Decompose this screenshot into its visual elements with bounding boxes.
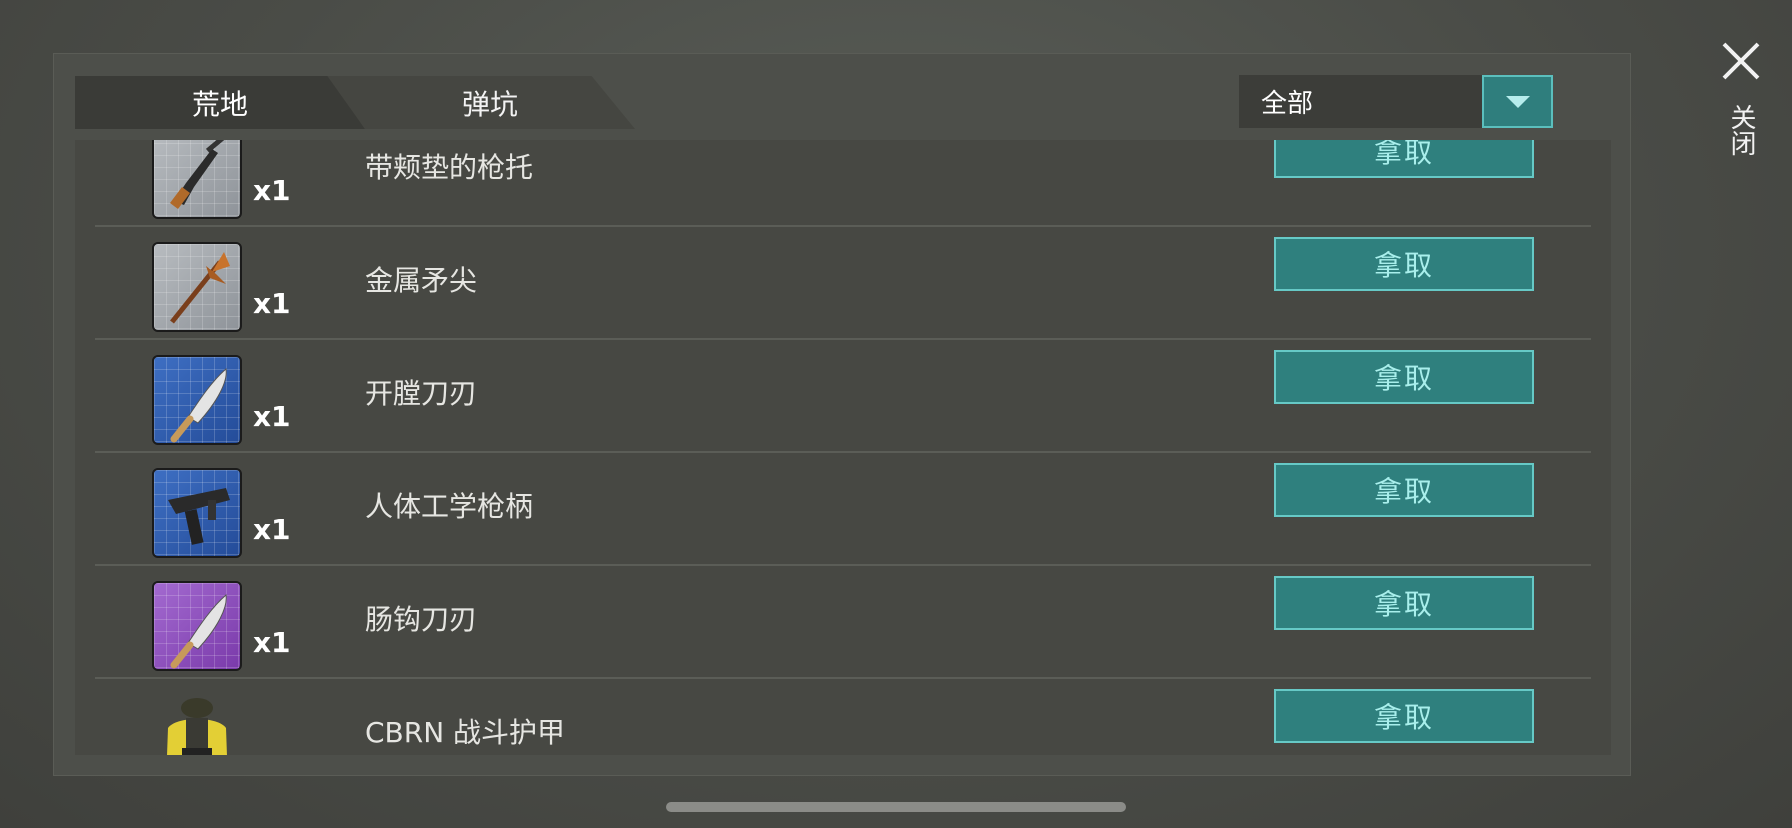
list-item: x1 人体工学枪柄 拿取 bbox=[75, 453, 1611, 566]
smg-icon bbox=[152, 468, 242, 558]
item-name: 金属矛尖 bbox=[365, 264, 478, 297]
list-item: x1 金属矛尖 拿取 bbox=[75, 227, 1611, 340]
take-button[interactable]: 拿取 bbox=[1274, 689, 1534, 743]
rifle-icon bbox=[152, 140, 242, 219]
list-item: x1 肠钩刀刃 拿取 bbox=[75, 566, 1611, 679]
take-button[interactable]: 拿取 bbox=[1274, 237, 1534, 291]
take-button[interactable]: 拿取 bbox=[1274, 576, 1534, 630]
item-quantity: x1 bbox=[253, 174, 291, 207]
list-item: x1 开膛刀刃 拿取 bbox=[75, 340, 1611, 453]
dropdown-toggle-button[interactable] bbox=[1482, 75, 1553, 128]
loot-panel: 弹坑 荒地 全部 x1 带颊垫的枪托 拿取 x1 金属矛尖 拿取 x1 开膛刀刃… bbox=[53, 53, 1631, 776]
take-button[interactable]: 拿取 bbox=[1274, 140, 1534, 178]
chevron-down-icon bbox=[1505, 95, 1530, 108]
tab-wasteland[interactable]: 荒地 bbox=[75, 76, 365, 129]
item-name: CBRN 战斗护甲 bbox=[365, 716, 566, 749]
item-name: 肠钩刀刃 bbox=[365, 603, 478, 636]
filter-dropdown[interactable]: 全部 bbox=[1239, 75, 1553, 128]
item-name: 人体工学枪柄 bbox=[365, 490, 534, 523]
list-item: x1 带颊垫的枪托 拿取 bbox=[75, 140, 1611, 227]
machete-icon bbox=[152, 581, 242, 671]
take-button[interactable]: 拿取 bbox=[1274, 350, 1534, 404]
list-item: CBRN 战斗护甲 拿取 bbox=[75, 679, 1611, 755]
item-quantity: x1 bbox=[253, 400, 291, 433]
item-quantity: x1 bbox=[253, 287, 291, 320]
item-quantity: x1 bbox=[253, 513, 291, 546]
close-label[interactable]: 关闭 bbox=[1723, 104, 1760, 156]
item-name: 开膛刀刃 bbox=[365, 377, 478, 410]
home-indicator[interactable] bbox=[666, 802, 1126, 812]
machete-icon bbox=[152, 355, 242, 445]
filter-selected-value: 全部 bbox=[1261, 89, 1314, 119]
tab-bar: 弹坑 荒地 bbox=[75, 76, 675, 129]
item-quantity: x1 bbox=[253, 626, 291, 659]
item-name: 带颊垫的枪托 bbox=[365, 151, 534, 184]
item-list[interactable]: x1 带颊垫的枪托 拿取 x1 金属矛尖 拿取 x1 开膛刀刃 拿取 x1 人体… bbox=[75, 140, 1611, 755]
spear-icon bbox=[152, 242, 242, 332]
take-button[interactable]: 拿取 bbox=[1274, 463, 1534, 517]
armor-icon bbox=[152, 694, 242, 755]
tab-crater[interactable]: 弹坑 bbox=[325, 76, 635, 129]
close-icon[interactable] bbox=[1718, 38, 1764, 84]
